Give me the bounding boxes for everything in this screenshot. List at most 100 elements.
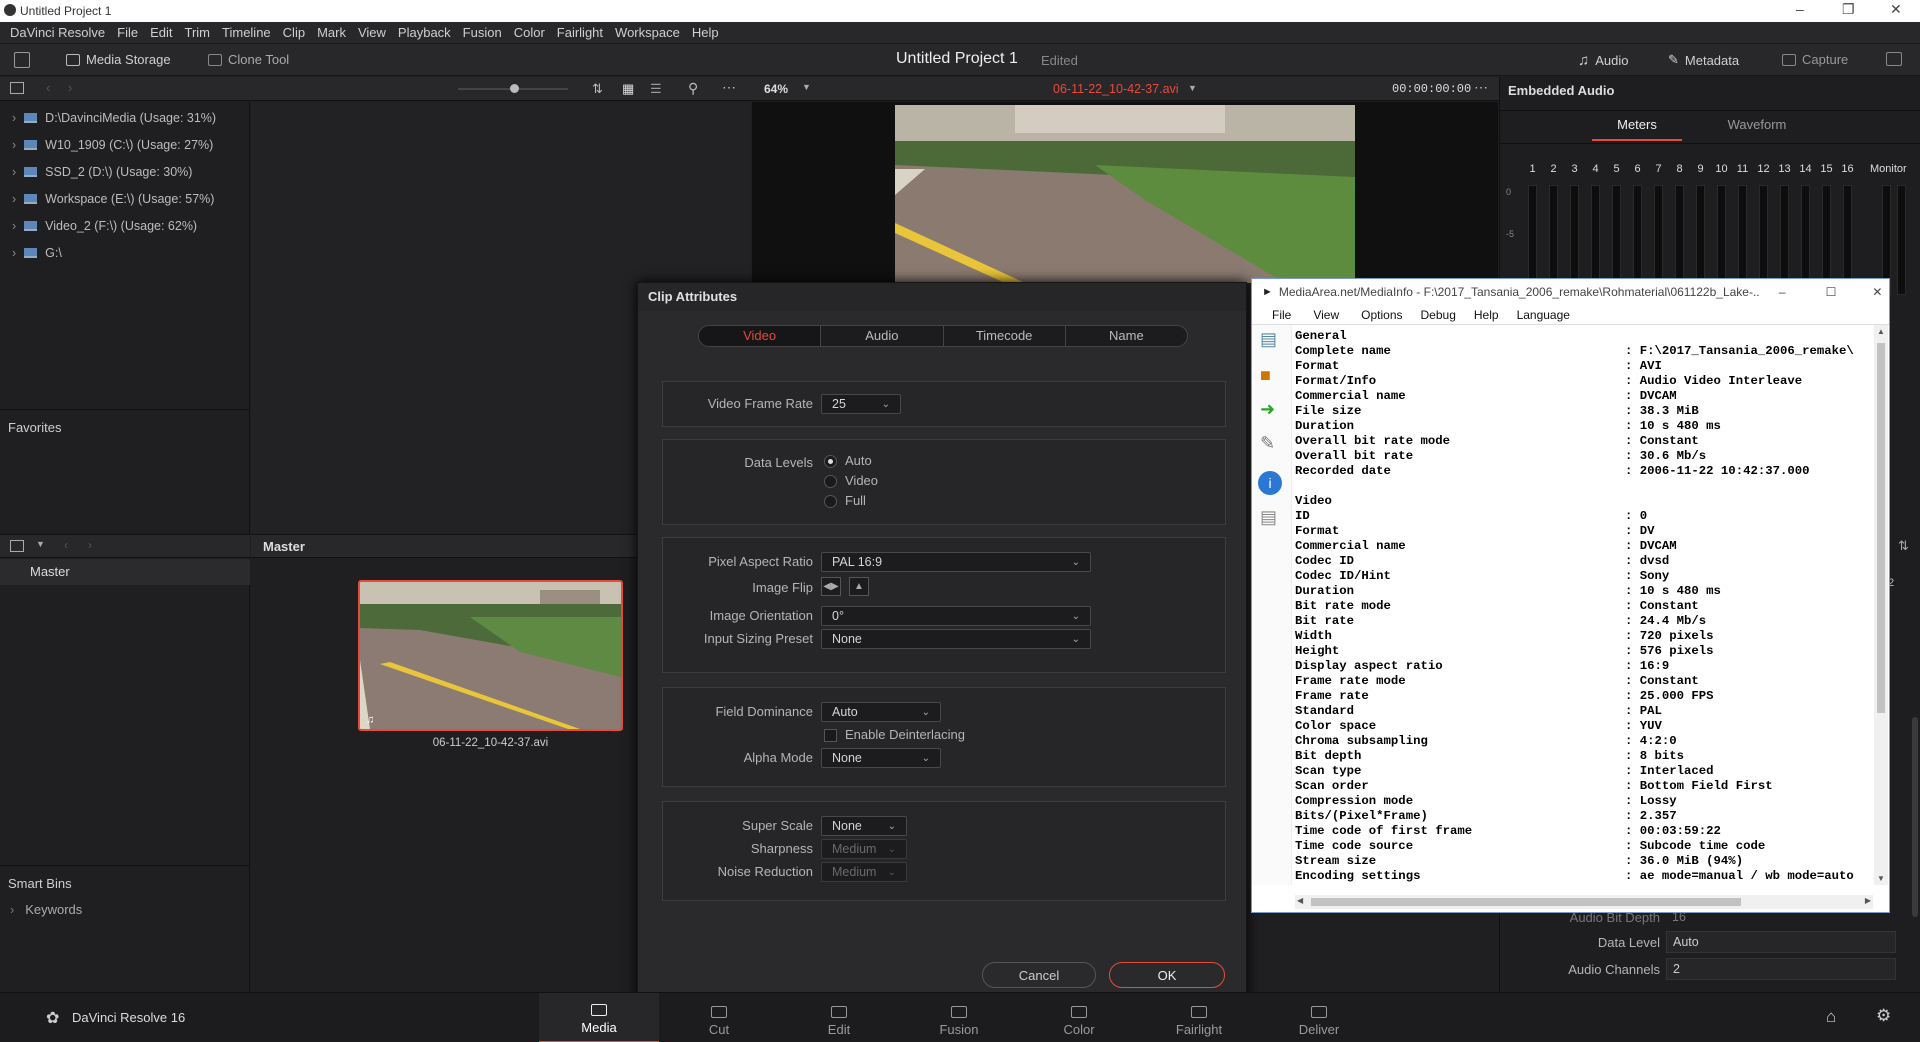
mediainfo-vscroll[interactable]: ▲ ▼: [1874, 325, 1888, 885]
data-level-full[interactable]: Full: [824, 493, 866, 509]
page-media[interactable]: Media: [539, 993, 659, 1042]
tree-view-icon[interactable]: ➜: [1260, 399, 1275, 420]
menu-trim[interactable]: Trim: [185, 25, 211, 40]
grid-view-icon[interactable]: ▦: [622, 81, 634, 97]
clone-tool-button[interactable]: Clone Tool: [208, 52, 289, 67]
menu-playback[interactable]: Playback: [398, 25, 451, 40]
volume-item[interactable]: › D:\DavinciMedia (Usage: 31%): [0, 104, 249, 131]
tab-waveform[interactable]: Waveform: [1712, 111, 1802, 141]
back-icon[interactable]: ‹: [46, 80, 50, 95]
pixel-aspect-select[interactable]: PAL 16:9 ⌄: [821, 552, 1091, 572]
input-sizing-select[interactable]: None ⌄: [821, 629, 1091, 649]
bins-chevron-icon[interactable]: ▼: [36, 539, 45, 549]
bins-back-icon[interactable]: ‹: [64, 538, 68, 552]
mi-menu-options[interactable]: Options: [1361, 308, 1402, 322]
page-deliver[interactable]: Deliver: [1259, 993, 1379, 1042]
page-cut[interactable]: Cut: [659, 993, 779, 1042]
page-color[interactable]: Color: [1019, 993, 1139, 1042]
bin-master[interactable]: Master: [0, 559, 250, 585]
menu-help[interactable]: Help: [692, 25, 719, 40]
frame-rate-select[interactable]: 25 ⌄: [821, 394, 901, 414]
list-view-icon[interactable]: ☰: [650, 81, 662, 97]
close-icon[interactable]: ✕: [1890, 1, 1902, 18]
more-options-icon[interactable]: ⋯: [722, 79, 736, 96]
cancel-button[interactable]: Cancel: [982, 962, 1096, 988]
deinterlacing-checkbox[interactable]: [824, 729, 837, 743]
mediainfo-close-icon[interactable]: ✕: [1872, 285, 1882, 299]
sort-icon[interactable]: ⇅: [592, 81, 603, 97]
tab-name[interactable]: Name: [1066, 326, 1187, 346]
metadata-button[interactable]: ✎ Metadata: [1668, 52, 1739, 68]
media-storage-button[interactable]: Media Storage: [66, 52, 171, 67]
audio-button[interactable]: ♫ Audio: [1578, 52, 1629, 69]
clip-thumbnail[interactable]: ♫: [358, 580, 623, 731]
radio-video[interactable]: [824, 475, 837, 489]
info-icon[interactable]: i: [1258, 471, 1282, 495]
bins-panel-icon[interactable]: [10, 540, 24, 552]
text-view-icon[interactable]: ✎: [1260, 433, 1275, 454]
volume-item[interactable]: › W10_1909 (C:\) (Usage: 27%): [0, 131, 249, 158]
menu-timeline[interactable]: Timeline: [222, 25, 271, 40]
menu-workspace[interactable]: Workspace: [615, 25, 680, 40]
menu-color[interactable]: Color: [514, 25, 545, 40]
ok-button[interactable]: OK: [1109, 962, 1225, 988]
panel-toggle-icon[interactable]: [10, 82, 24, 94]
mediainfo-minimize-icon[interactable]: –: [1779, 285, 1786, 299]
menu-mark[interactable]: Mark: [317, 25, 346, 40]
mi-menu-language[interactable]: Language: [1517, 308, 1570, 322]
page-fairlight[interactable]: Fairlight: [1139, 993, 1259, 1042]
data-level-auto[interactable]: Auto: [824, 453, 872, 469]
gear-icon[interactable]: ⚙: [1876, 1006, 1891, 1026]
zoom-level[interactable]: 64%: [764, 82, 788, 96]
slider-handle[interactable]: [510, 84, 519, 93]
menu-file[interactable]: File: [117, 25, 138, 40]
mediainfo-maximize-icon[interactable]: ☐: [1826, 285, 1837, 299]
mediainfo-hscroll[interactable]: ◀ ▶: [1295, 895, 1873, 909]
data-level-video[interactable]: Video: [824, 473, 878, 489]
field-dominance-select[interactable]: Auto ⌄: [821, 702, 941, 722]
enable-deinterlacing[interactable]: Enable Deinterlacing: [824, 727, 965, 743]
search-icon[interactable]: ⚲: [688, 80, 698, 97]
flip-vertical-icon[interactable]: ▲: [849, 577, 869, 596]
restore-icon[interactable]: ❐: [1842, 1, 1855, 18]
forward-icon[interactable]: ›: [68, 80, 72, 95]
menu-view[interactable]: View: [358, 25, 386, 40]
volume-item[interactable]: › Video_2 (F:\) (Usage: 62%): [0, 212, 249, 239]
collapse-icon[interactable]: [14, 52, 30, 68]
menu-fairlight[interactable]: Fairlight: [557, 25, 603, 40]
mi-menu-help[interactable]: Help: [1474, 308, 1499, 322]
capture-button[interactable]: Capture: [1782, 52, 1848, 67]
volume-item[interactable]: › G:\: [0, 239, 249, 266]
sheet-view-icon[interactable]: ■: [1260, 365, 1271, 386]
fullscreen-icon[interactable]: [1886, 52, 1902, 66]
radio-full[interactable]: [824, 495, 837, 509]
mi-menu-debug[interactable]: Debug: [1421, 308, 1456, 322]
minimize-icon[interactable]: –: [1796, 1, 1804, 17]
super-scale-select[interactable]: None ⌄: [821, 816, 907, 836]
clip-chevron-icon[interactable]: ▼: [1188, 83, 1197, 93]
html-view-icon[interactable]: ▤: [1260, 507, 1277, 528]
tab-meters[interactable]: Meters: [1592, 111, 1682, 141]
page-edit[interactable]: Edit: [779, 993, 899, 1042]
volume-item[interactable]: › Workspace (E:\) (Usage: 57%): [0, 185, 249, 212]
audio-channels-field[interactable]: 2: [1666, 958, 1896, 980]
page-fusion[interactable]: Fusion: [899, 993, 1019, 1042]
tab-audio[interactable]: Audio: [821, 326, 944, 346]
volume-item[interactable]: › SSD_2 (D:\) (Usage: 30%): [0, 158, 249, 185]
menu-edit[interactable]: Edit: [150, 25, 172, 40]
flip-horizontal-icon[interactable]: ◀▶: [821, 577, 841, 596]
menu-davinci[interactable]: DaVinci Resolve: [10, 25, 105, 40]
mi-menu-file[interactable]: File: [1272, 308, 1291, 322]
bins-forward-icon[interactable]: ›: [88, 538, 92, 552]
smart-bin-keywords[interactable]: › Keywords: [10, 902, 82, 917]
zoom-chevron-icon[interactable]: ▼: [802, 82, 811, 92]
right-scrollbar[interactable]: [1912, 717, 1918, 917]
viewer-options-icon[interactable]: ⋯: [1474, 79, 1488, 96]
viewer-clip-name[interactable]: 06-11-22_10-42-37.avi: [1053, 82, 1179, 96]
menu-fusion[interactable]: Fusion: [463, 25, 502, 40]
radio-auto[interactable]: [824, 455, 837, 469]
mi-menu-view[interactable]: View: [1313, 308, 1339, 322]
alpha-mode-select[interactable]: None ⌄: [821, 748, 941, 768]
tab-timecode[interactable]: Timecode: [944, 326, 1066, 346]
easy-view-icon[interactable]: ▤: [1260, 329, 1277, 350]
